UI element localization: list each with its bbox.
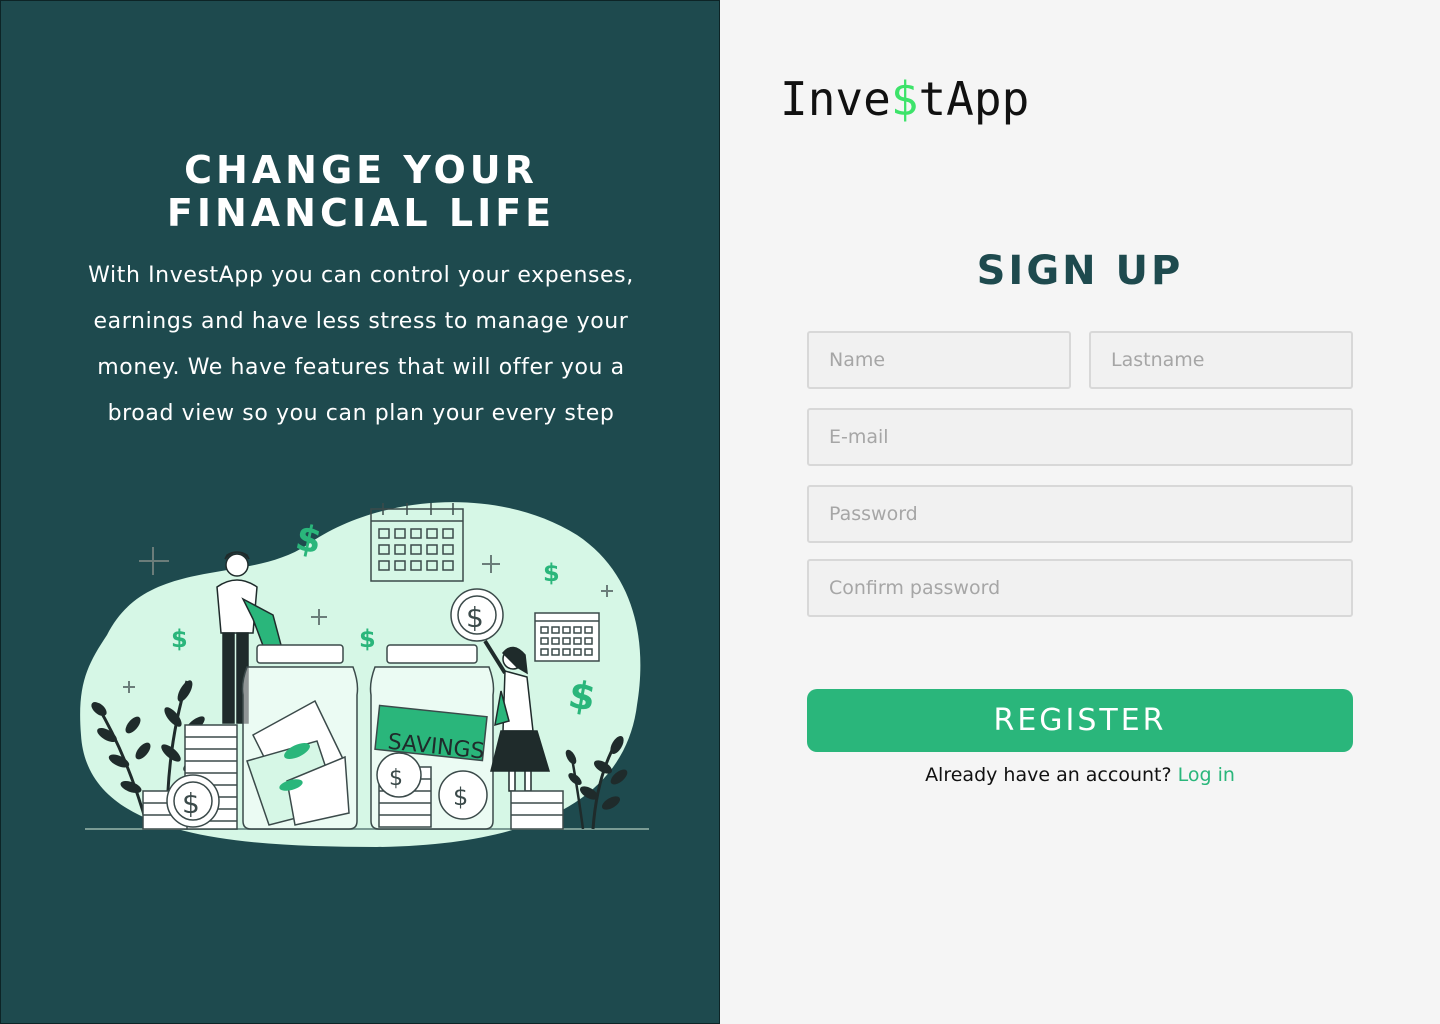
coin-dollar-icon: $ <box>389 766 403 791</box>
logo-dollar-icon: $ <box>890 72 919 126</box>
hero-description: With InvestApp you can control your expe… <box>88 263 634 426</box>
email-input[interactable] <box>807 408 1353 466</box>
login-prompt-row: Already have an account? Log in <box>807 764 1353 786</box>
dollar-sign-icon: $ <box>359 625 376 653</box>
confirm-password-input[interactable] <box>807 559 1353 617</box>
password-input[interactable] <box>807 485 1353 543</box>
coin-dollar-icon: $ <box>453 783 468 811</box>
signup-title: SIGN UP <box>976 248 1184 294</box>
calendar-small-icon <box>534 612 600 662</box>
dollar-sign-icon: $ <box>171 625 188 653</box>
login-prompt-text: Already have an account? <box>925 764 1172 786</box>
logo-text-end: tApp <box>918 72 1030 126</box>
logo-text-start: Inve <box>780 72 891 126</box>
name-input[interactable] <box>807 331 1071 389</box>
cash-jar <box>241 644 359 830</box>
login-link[interactable]: Log in <box>1178 764 1235 786</box>
lastname-input[interactable] <box>1089 331 1353 389</box>
hero-panel: CHANGE YOUR FINANCIAL LIFE With InvestAp… <box>0 0 720 1024</box>
hero-title-line-2: FINANCIAL LIFE <box>166 191 556 235</box>
savings-illustration: $ $ $ $ $ $ SAVINGS $ $ $ <box>80 502 649 847</box>
app-logo: Inve$tApp <box>780 72 1029 126</box>
register-button[interactable]: REGISTER <box>807 689 1353 752</box>
coin-dollar-icon: $ <box>466 601 484 634</box>
hero-title: CHANGE YOUR FINANCIAL LIFE <box>1 149 721 235</box>
coin-dollar-icon: $ <box>182 787 200 820</box>
hero-title-line-1: CHANGE YOUR <box>184 148 538 192</box>
coin-stack-right <box>510 790 564 830</box>
dollar-sign-icon: $ <box>543 559 560 587</box>
